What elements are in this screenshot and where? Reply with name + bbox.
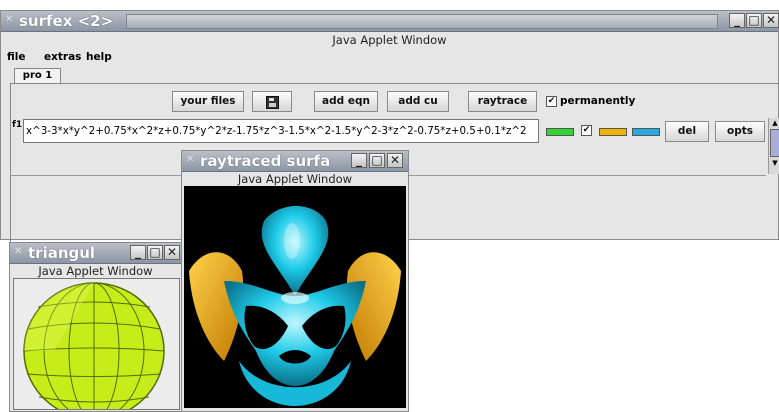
menu-file[interactable]: file	[7, 51, 26, 63]
menu-help[interactable]: help	[86, 51, 112, 63]
raytraced-titlebar[interactable]: ✕ raytraced surfa _ □ ✕	[182, 151, 408, 172]
main-titlebar[interactable]: ✕ surfex <2> _ □ ✕	[1, 11, 779, 32]
raytrace-view[interactable]	[184, 186, 406, 408]
applet-caption: Java Applet Window	[332, 33, 447, 47]
close-icon[interactable]: ✕	[387, 153, 403, 168]
permanently-checkbox[interactable]: ✔	[546, 96, 557, 107]
sphere-mesh	[23, 282, 165, 409]
raytraced-title: raytraced surfa	[200, 152, 331, 170]
color-swatch-orange[interactable]	[599, 128, 627, 136]
close-icon[interactable]: ✕	[763, 13, 779, 28]
permanently-label: permanently	[560, 95, 636, 107]
triangul-window: ✕ triangul _ □ ✕ Java Applet Window	[9, 242, 182, 412]
app-icon: ✕	[5, 14, 14, 25]
your-files-button[interactable]: your files	[172, 91, 244, 112]
equation-label: f1	[12, 120, 23, 130]
applet-caption: Java Applet Window	[38, 264, 153, 278]
scroll-up-icon[interactable]: ▲	[769, 118, 779, 128]
del-button[interactable]: del	[665, 121, 709, 142]
add-eqn-button[interactable]: add eqn	[314, 91, 378, 112]
app-icon: ✕	[14, 246, 23, 257]
equation-text: x^3-3*x*y^2+0.75*x^2*z+0.75*y^2*z-1.75*z…	[26, 125, 527, 137]
save-button[interactable]	[252, 91, 292, 112]
minimize-icon[interactable]: _	[729, 13, 745, 28]
triangul-title: triangul	[28, 244, 96, 262]
menubar: file extras help	[1, 49, 778, 67]
applet-caption: Java Applet Window	[237, 172, 353, 186]
add-cu-button[interactable]: add cu	[387, 91, 449, 112]
color-swatch-cyan[interactable]	[632, 128, 660, 136]
color-swatch-green[interactable]	[546, 128, 574, 136]
opts-button[interactable]: opts	[715, 121, 765, 142]
minimize-icon[interactable]: _	[351, 153, 367, 168]
equation-input[interactable]: x^3-3*x*y^2+0.75*x^2*z+0.75*y^2*z-1.75*z…	[23, 119, 539, 143]
maximize-icon[interactable]: □	[147, 245, 163, 260]
raytrace-button[interactable]: raytrace	[468, 91, 537, 112]
minimize-icon[interactable]: _	[130, 245, 146, 260]
raytraced-window: ✕ raytraced surfa _ □ ✕ Java Applet Wind…	[181, 150, 409, 412]
maximize-icon[interactable]: □	[746, 13, 762, 28]
app-icon: ✕	[186, 154, 195, 165]
scroll-thumb[interactable]	[770, 129, 779, 157]
close-icon[interactable]: ✕	[164, 245, 180, 260]
triangulation-view[interactable]	[13, 278, 180, 410]
floppy-icon	[265, 96, 279, 109]
raytraced-surface	[189, 206, 401, 406]
tab-label: pro 1	[22, 70, 53, 81]
scrollbar[interactable]: ▲ ▼	[768, 118, 779, 174]
main-title: surfex <2>	[19, 12, 114, 30]
triangul-titlebar[interactable]: ✕ triangul _ □ ✕	[10, 243, 181, 264]
tab-pro-1[interactable]: pro 1	[14, 68, 61, 84]
title-drag-area[interactable]	[126, 14, 718, 29]
maximize-icon[interactable]: □	[369, 153, 385, 168]
visible-checkbox[interactable]: ✔	[581, 125, 592, 136]
menu-extras[interactable]: extras	[44, 51, 81, 63]
scroll-down-icon[interactable]: ▼	[769, 158, 779, 168]
